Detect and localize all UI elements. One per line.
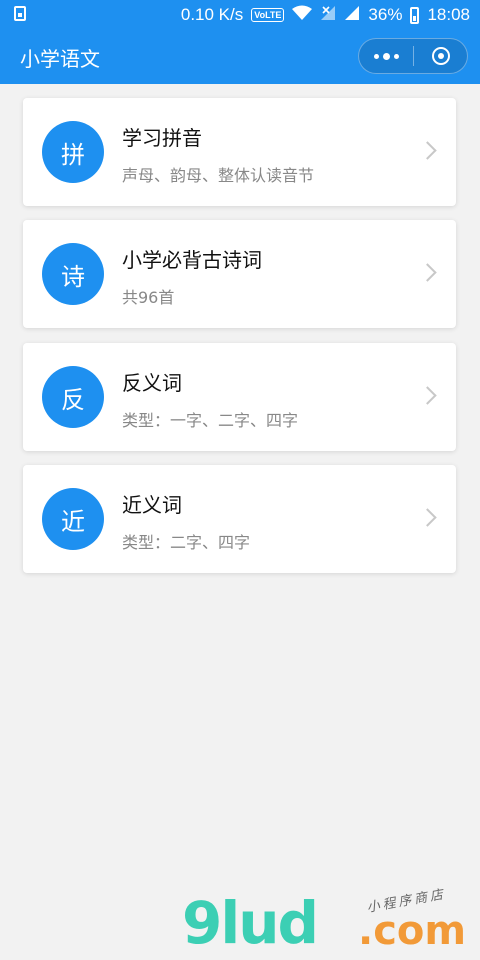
card-title: 反义词 [122, 371, 182, 395]
card-title: 学习拼音 [122, 126, 202, 150]
chevron-right-icon [418, 263, 437, 282]
card-subtitle: 类型：二字、四字 [122, 533, 251, 552]
status-bar: 0.10 K/s VoLTE 36% 18:08 [0, 0, 480, 30]
card-icon-badge: 近 [42, 488, 104, 550]
card-pinyin[interactable]: 拼 学习拼音 声母、韵母、整体认读音节 [23, 98, 456, 206]
close-miniprogram-button[interactable] [414, 39, 467, 73]
more-dot-icon [382, 52, 390, 60]
notification-icon [14, 6, 26, 21]
card-subtitle: 类型：一字、二字、四字 [122, 411, 299, 430]
card-subtitle: 声母、韵母、整体认读音节 [122, 166, 315, 185]
chevron-right-icon [418, 386, 437, 405]
card-icon-badge: 诗 [42, 243, 104, 305]
more-button[interactable] [359, 39, 413, 73]
chevron-right-icon [418, 141, 437, 160]
battery-icon [410, 6, 420, 24]
card-title: 小学必背古诗词 [122, 248, 262, 272]
battery-percent: 36% [368, 5, 403, 24]
watermark-main: 9lud [182, 889, 319, 957]
card-subtitle: 共96首 [122, 288, 175, 307]
target-icon [431, 47, 450, 65]
card-antonyms[interactable]: 反 反义词 类型：一字、二字、四字 [23, 343, 456, 451]
watermark-logo: 9lud .com 小程序商店 [182, 887, 472, 958]
nav-bar: 小学语文 [0, 30, 480, 84]
card-title: 近义词 [122, 493, 182, 517]
more-dot-icon [393, 53, 399, 59]
card-icon-badge: 反 [42, 366, 104, 428]
signal-icon [344, 5, 360, 26]
volte-badge: VoLTE [251, 8, 285, 22]
signal-off-icon [320, 5, 336, 26]
clock: 18:08 [427, 5, 470, 24]
page-title: 小学语文 [20, 47, 100, 71]
menu-capsule [358, 38, 468, 74]
wifi-icon [292, 5, 313, 26]
network-speed: 0.10 K/s [180, 5, 244, 24]
more-dot-icon [373, 53, 379, 59]
chevron-right-icon [418, 508, 437, 527]
card-poems[interactable]: 诗 小学必背古诗词 共96首 [23, 220, 456, 328]
card-icon-badge: 拼 [42, 121, 104, 183]
card-synonyms[interactable]: 近 近义词 类型：二字、四字 [23, 465, 456, 573]
